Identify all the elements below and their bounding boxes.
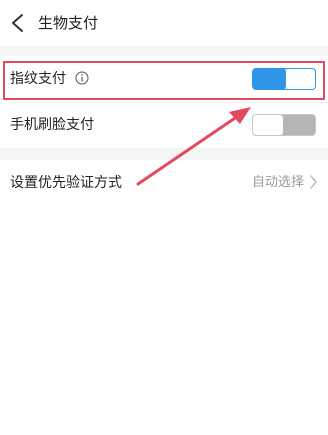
toggle-knob: [253, 115, 283, 135]
toggle-fill: [253, 69, 285, 89]
chevron-right-icon: [310, 175, 317, 189]
page-body: [0, 204, 328, 435]
toggle-knob: [285, 69, 315, 89]
face-pay-label: 手机刷脸支付: [10, 117, 94, 133]
fingerprint-pay-row[interactable]: 指纹支付: [0, 56, 328, 103]
face-pay-toggle[interactable]: [252, 114, 316, 136]
priority-verification-value: 自动选择: [251, 175, 304, 190]
fingerprint-pay-label: 指纹支付: [10, 71, 66, 87]
priority-verification-row[interactable]: 设置优先验证方式 自动选择: [0, 160, 328, 204]
fingerprint-pay-toggle[interactable]: [252, 68, 316, 90]
priority-settings-group: 设置优先验证方式 自动选择: [0, 160, 328, 204]
info-circle-icon[interactable]: [75, 71, 89, 85]
face-pay-row[interactable]: 手机刷脸支付: [0, 102, 328, 148]
priority-verification-label: 设置优先验证方式: [10, 175, 122, 191]
chevron-left-icon[interactable]: [8, 12, 28, 34]
payment-settings-group: 指纹支付 手机刷脸支付: [0, 56, 328, 148]
top-bar: 生物支付: [0, 0, 328, 46]
page-title: 生物支付: [38, 14, 99, 32]
